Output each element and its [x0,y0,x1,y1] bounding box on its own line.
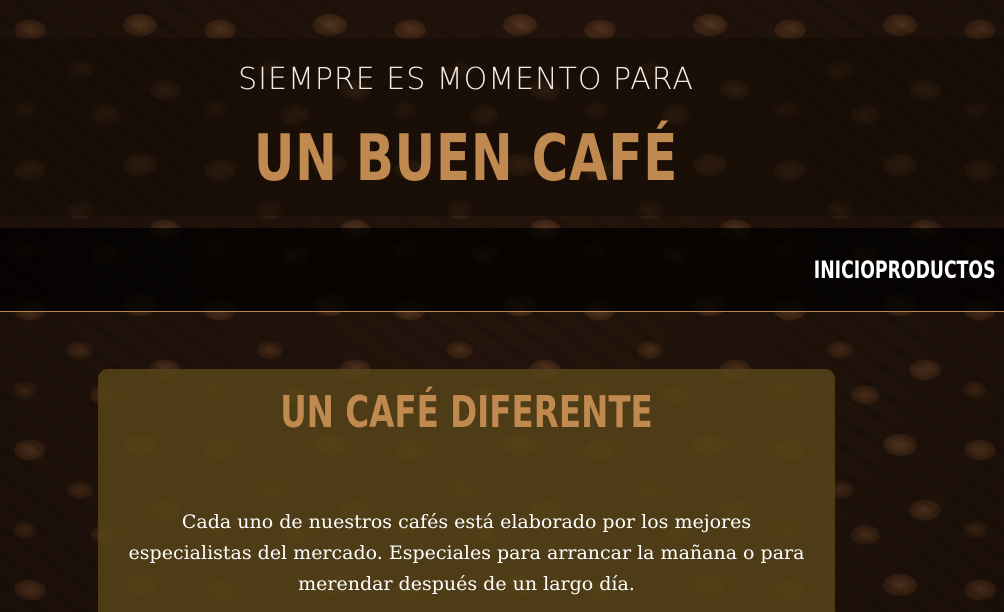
page: SIEMPRE ES MOMENTO PARA UN BUEN CAFÉ INI… [0,0,1004,612]
hero-tagline: SIEMPRE ES MOMENTO PARA [238,62,694,97]
hero-title: UN BUEN CAFÉ [253,122,679,196]
nav-list: INICIO PRODUCTOS [790,252,996,288]
nav-item-inicio: INICIO [790,252,874,288]
about-card: UN CAFÉ DIFERENTE Cada uno de nuestros c… [98,369,835,612]
nav-link-productos[interactable]: PRODUCTOS [875,252,996,288]
card-title: UN CAFÉ DIFERENTE [280,387,653,438]
main-navigation: INICIO PRODUCTOS [0,228,1004,312]
card-description: Cada uno de nuestros cafés está elaborad… [128,511,805,595]
nav-link-inicio[interactable]: INICIO [813,252,874,288]
